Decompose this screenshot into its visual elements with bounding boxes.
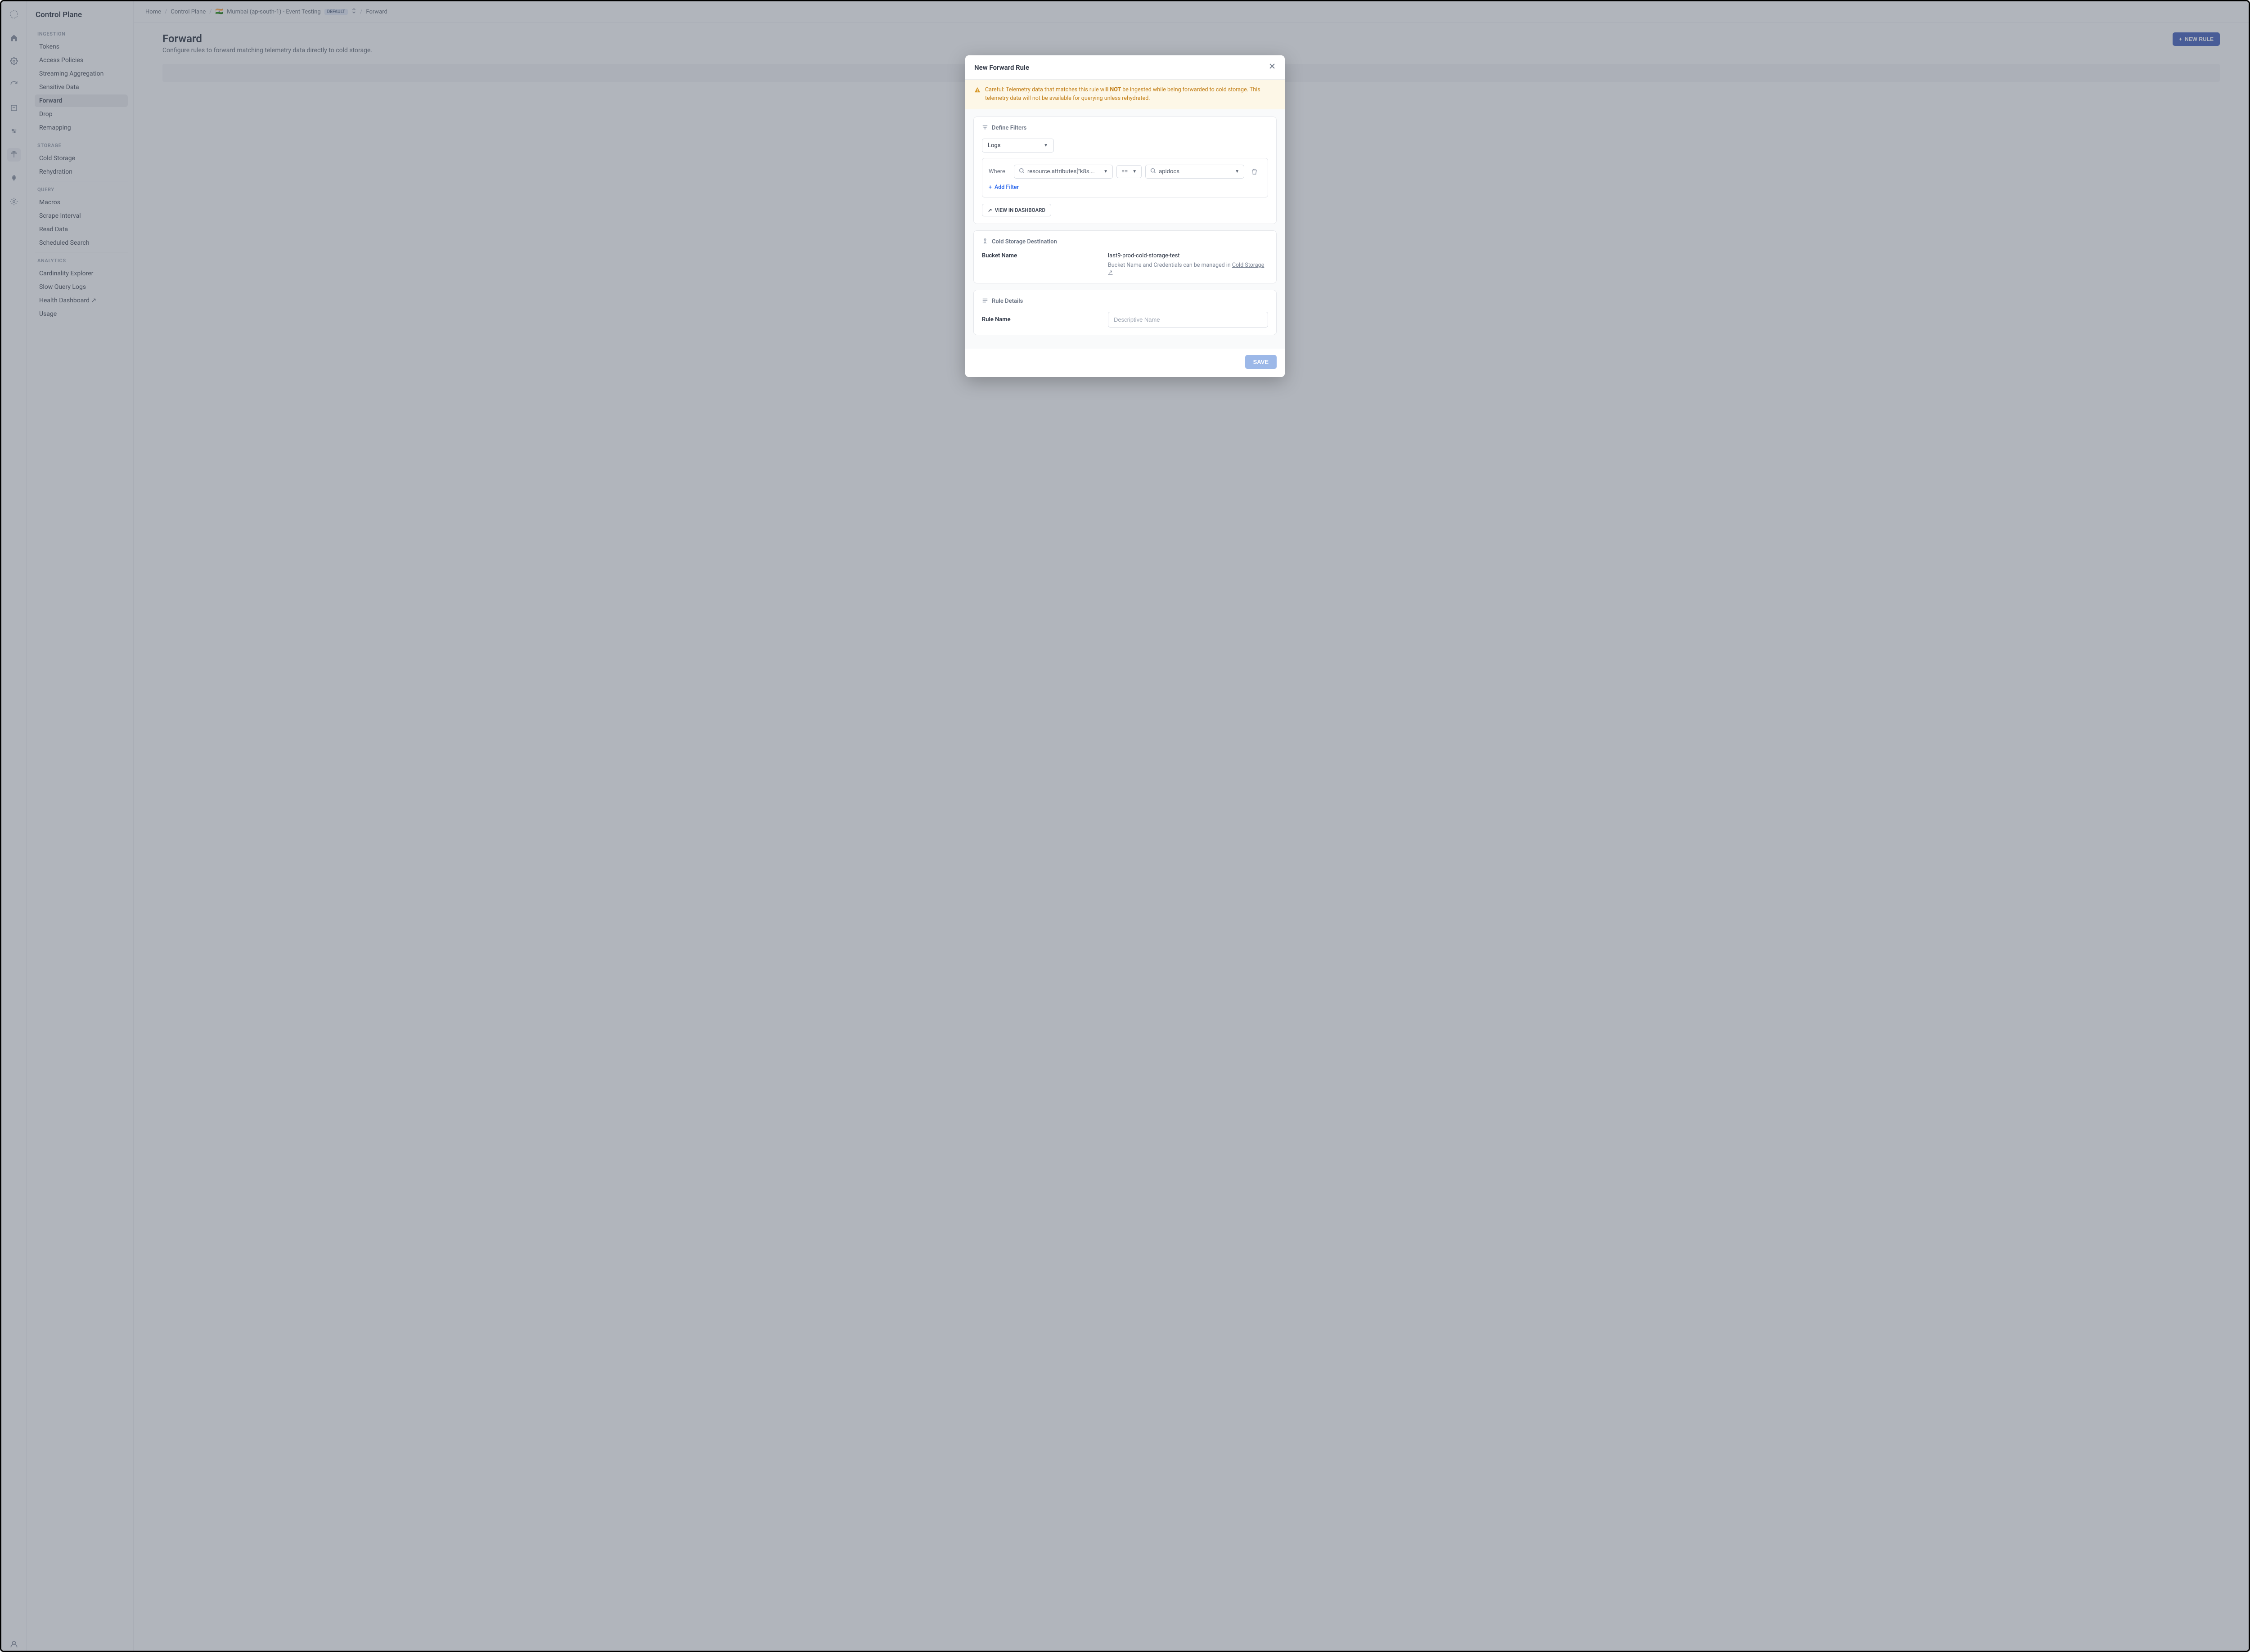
search-icon bbox=[1019, 168, 1025, 175]
data-type-value: Logs bbox=[988, 142, 1000, 149]
define-filters-card: Define Filters Logs ▼ Where bbox=[973, 117, 1277, 224]
modal-overlay[interactable]: New Forward Rule Careful: Telemetry data… bbox=[1, 1, 2249, 1651]
delete-filter-button[interactable] bbox=[1248, 165, 1260, 178]
close-icon[interactable] bbox=[1269, 63, 1276, 72]
cold-storage-card: Cold Storage Destination Bucket Name las… bbox=[973, 230, 1277, 283]
view-dashboard-label: VIEW IN DASHBOARD bbox=[995, 207, 1045, 213]
plus-icon: + bbox=[989, 184, 992, 191]
filter-value: apidocs bbox=[1159, 168, 1179, 175]
details-header: Rule Details bbox=[992, 298, 1023, 305]
operator-select[interactable]: == ▼ bbox=[1116, 165, 1142, 178]
new-forward-rule-modal: New Forward Rule Careful: Telemetry data… bbox=[965, 55, 1285, 377]
operator-value: == bbox=[1121, 168, 1128, 175]
details-icon bbox=[982, 297, 988, 305]
filters-header: Define Filters bbox=[992, 125, 1026, 131]
value-select[interactable]: apidocs ▼ bbox=[1145, 165, 1244, 179]
caret-down-icon: ▼ bbox=[1103, 169, 1108, 174]
caret-down-icon: ▼ bbox=[1235, 169, 1239, 174]
caret-down-icon: ▼ bbox=[1044, 143, 1048, 148]
modal-title: New Forward Rule bbox=[974, 63, 1029, 72]
bucket-name-label: Bucket Name bbox=[982, 252, 1108, 276]
rule-name-input[interactable] bbox=[1108, 312, 1268, 328]
destination-icon bbox=[982, 238, 988, 246]
bucket-name-value: last9-prod-cold-storage-test bbox=[1108, 252, 1268, 259]
warning-text: Careful: Telemetry data that matches thi… bbox=[985, 86, 1276, 103]
filter-clause-box: Where resource.attributes["k8s..name... … bbox=[982, 158, 1268, 198]
view-in-dashboard-button[interactable]: ↗ VIEW IN DASHBOARD bbox=[982, 204, 1051, 216]
bucket-hint: Bucket Name and Credentials can be manag… bbox=[1108, 262, 1268, 276]
filter-icon bbox=[982, 124, 988, 132]
attribute-select[interactable]: resource.attributes["k8s..name... ▼ bbox=[1014, 165, 1113, 179]
attribute-value: resource.attributes["k8s..name... bbox=[1027, 168, 1095, 175]
rule-name-label: Rule Name bbox=[982, 316, 1108, 323]
add-filter-button[interactable]: + Add Filter bbox=[989, 184, 1019, 191]
destination-header: Cold Storage Destination bbox=[992, 238, 1057, 245]
warning-icon bbox=[974, 87, 981, 96]
data-type-select[interactable]: Logs ▼ bbox=[982, 139, 1054, 153]
add-filter-label: Add Filter bbox=[994, 184, 1019, 191]
warning-banner: Careful: Telemetry data that matches thi… bbox=[965, 80, 1285, 109]
rule-details-card: Rule Details Rule Name bbox=[973, 290, 1277, 335]
filter-row: Where resource.attributes["k8s..name... … bbox=[989, 165, 1261, 179]
caret-down-icon: ▼ bbox=[1132, 169, 1137, 174]
where-label: Where bbox=[989, 168, 1010, 175]
arrow-upright-icon: ↗ bbox=[988, 207, 992, 213]
search-icon bbox=[1150, 168, 1156, 175]
save-button[interactable]: SAVE bbox=[1245, 355, 1277, 369]
